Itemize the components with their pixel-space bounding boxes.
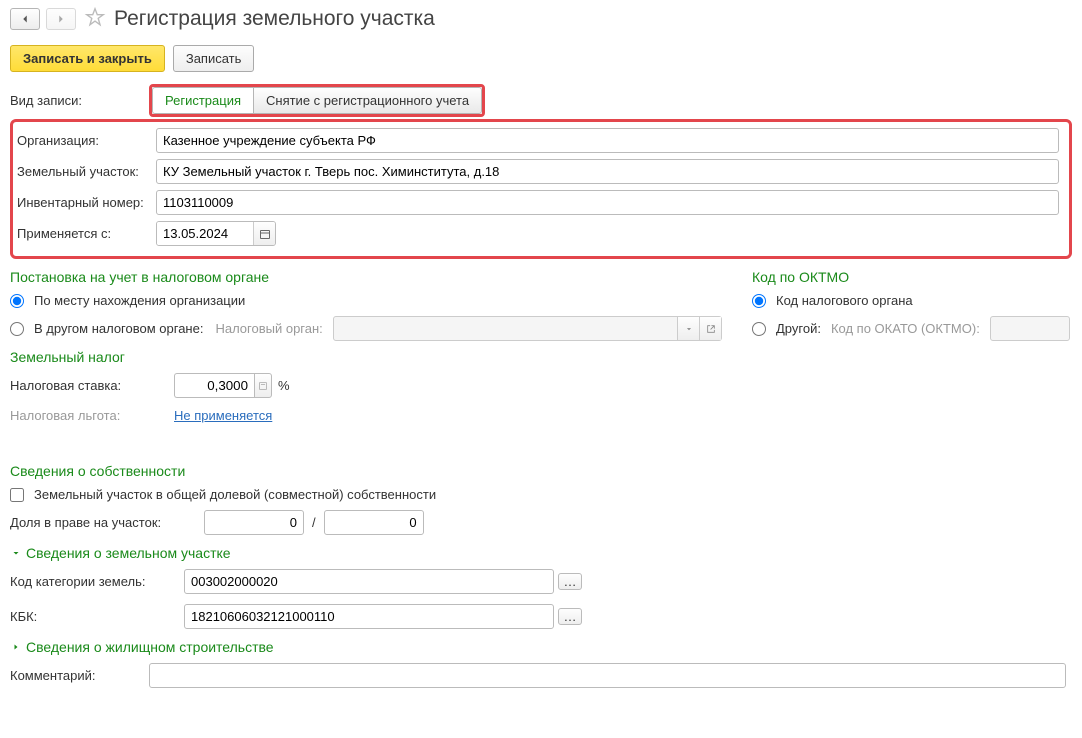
open-lookup-icon[interactable] — [699, 317, 721, 340]
highlighted-section: Организация: Земельный участок: Инвентар… — [10, 119, 1072, 259]
slash-separator: / — [312, 515, 316, 530]
land-category-input[interactable] — [184, 569, 554, 594]
percent-sign: % — [278, 378, 290, 393]
calculator-icon[interactable] — [254, 373, 272, 398]
okato-input — [991, 317, 1082, 340]
applied-from-date-input[interactable] — [157, 222, 253, 245]
organization-label: Организация: — [17, 133, 152, 148]
record-type-label: Вид записи: — [10, 93, 145, 108]
inventory-number-label: Инвентарный номер: — [17, 195, 152, 210]
oktmo-radio-other[interactable] — [752, 322, 766, 336]
record-type-tabs: Регистрация Снятие с регистрационного уч… — [149, 84, 485, 117]
tax-reg-radio-location[interactable] — [10, 294, 24, 308]
land-details-collapser[interactable]: Сведения о земельном участке — [10, 545, 1072, 561]
ownership-title: Сведения о собственности — [10, 463, 1072, 479]
tax-org-label: Налоговый орган: — [215, 321, 322, 336]
kbk-lookup-button[interactable]: … — [558, 608, 582, 625]
kbk-label: КБК: — [10, 609, 180, 624]
oktmo-option-taxcode: Код налогового органа — [776, 293, 913, 308]
land-tax-title: Земельный налог — [10, 349, 722, 365]
land-plot-label: Земельный участок: — [17, 164, 152, 179]
tax-rate-group — [174, 373, 272, 398]
okato-input-group — [990, 316, 1070, 341]
tax-reg-option-location: По месту нахождения организации — [34, 293, 245, 308]
land-category-label: Код категории земель: — [10, 574, 180, 589]
shared-ownership-label: Земельный участок в общей долевой (совме… — [34, 487, 436, 502]
organization-input[interactable] — [156, 128, 1059, 153]
page-title: Регистрация земельного участка — [114, 7, 435, 31]
tax-registration-title: Постановка на учет в налоговом органе — [10, 269, 722, 285]
applied-from-date-group — [156, 221, 276, 246]
shared-ownership-checkbox[interactable] — [10, 488, 24, 502]
tax-rate-label: Налоговая ставка: — [10, 378, 170, 393]
calendar-icon[interactable] — [253, 222, 275, 245]
okato-label: Код по ОКАТО (ОКТМО): — [831, 321, 980, 336]
tax-benefit-label: Налоговая льгота: — [10, 408, 170, 423]
share-label: Доля в праве на участок: — [10, 515, 200, 530]
tax-rate-input[interactable] — [174, 373, 254, 398]
tab-deregister[interactable]: Снятие с регистрационного учета — [253, 87, 482, 114]
chevron-right-icon — [10, 641, 22, 653]
favorite-star-icon[interactable] — [84, 6, 106, 31]
tax-org-lookup — [333, 316, 722, 341]
tax-benefit-link[interactable]: Не применяется — [174, 408, 272, 423]
housing-collapser[interactable]: Сведения о жилищном строительстве — [10, 639, 1072, 655]
land-category-lookup-button[interactable]: … — [558, 573, 582, 590]
tax-reg-option-other: В другом налоговом органе: — [34, 321, 203, 336]
applied-from-label: Применяется с: — [17, 226, 152, 241]
save-and-close-button[interactable]: Записать и закрыть — [10, 45, 165, 72]
share-denominator-input[interactable] — [324, 510, 424, 535]
tab-register[interactable]: Регистрация — [152, 87, 253, 114]
chevron-down-icon — [10, 547, 22, 559]
tax-reg-radio-other[interactable] — [10, 322, 24, 336]
nav-back-button[interactable] — [10, 8, 40, 30]
share-numerator-input[interactable] — [204, 510, 304, 535]
comment-label: Комментарий: — [10, 668, 145, 683]
nav-forward-button[interactable] — [46, 8, 76, 30]
tax-org-input — [334, 317, 677, 340]
save-button[interactable]: Записать — [173, 45, 255, 72]
inventory-number-input[interactable] — [156, 190, 1059, 215]
land-plot-input[interactable] — [156, 159, 1059, 184]
dropdown-icon[interactable] — [677, 317, 699, 340]
oktmo-option-other: Другой: — [776, 321, 821, 336]
oktmo-radio-taxcode[interactable] — [752, 294, 766, 308]
oktmo-title: Код по ОКТМО — [752, 269, 1072, 285]
kbk-input[interactable] — [184, 604, 554, 629]
comment-input[interactable] — [149, 663, 1066, 688]
